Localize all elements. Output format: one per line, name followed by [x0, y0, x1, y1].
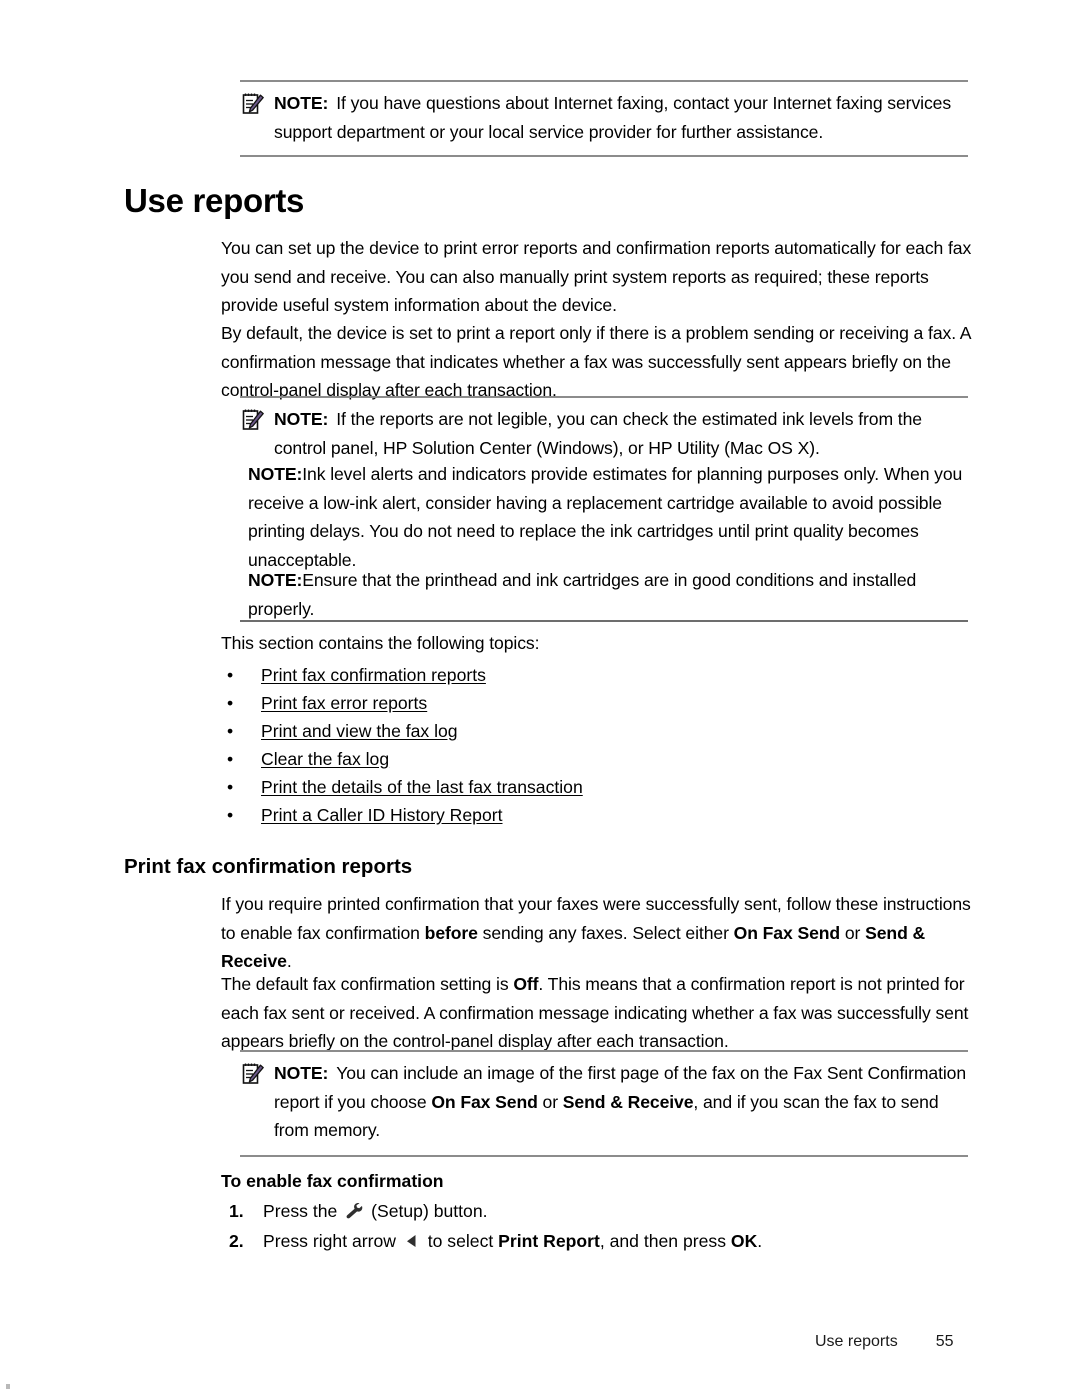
section-heading-print-fax-confirmation-reports: Print fax confirmation reports [124, 855, 413, 878]
topic-link-clear-the-fax-log[interactable]: Clear the fax log [261, 749, 389, 769]
page-footer: Use reports 55 [815, 1332, 954, 1352]
step-number: 2. [229, 1231, 244, 1251]
procedure-steps: 1. Press the (Setup) button. 2. Press ri… [221, 1196, 961, 1256]
bullet-icon: • [227, 805, 234, 825]
note-bottom-rule [240, 1154, 968, 1157]
list-item: • Print fax confirmation reports [221, 661, 921, 689]
topic-link-print-a-caller-id-history-report[interactable]: Print a Caller ID History Report [261, 805, 503, 825]
note-text: NOTE: If you have questions about Interne… [274, 89, 964, 146]
note-internet-faxing: NOTE: If you have questions about Interne… [240, 80, 968, 157]
text-run: to select [422, 1231, 499, 1251]
note-group-bottom-rule [240, 620, 968, 622]
footer-page-number: 55 [935, 1333, 954, 1350]
emphasis-before: before [424, 922, 478, 943]
bullet-icon: • [227, 693, 234, 713]
list-item: • Print and view the fax log [221, 717, 921, 745]
text-run: Press right arrow [263, 1231, 401, 1251]
emphasis-ok: OK [730, 1231, 758, 1251]
note-fax-sent-confirmation-image: NOTE: You can include an image of the fir… [240, 1050, 968, 1157]
note-content: If you have questions about Internet fax… [274, 93, 952, 142]
paragraph-topics-intro: This section contains the following topi… [221, 633, 540, 653]
note-ink-level-alerts: NOTE:Ink level alerts and indicators pro… [248, 460, 970, 574]
note-label: NOTE: [274, 409, 329, 429]
text-run: or [840, 922, 866, 943]
wrench-setup-icon [344, 1199, 364, 1219]
bullet-icon: • [227, 665, 234, 685]
step-number: 1. [229, 1201, 244, 1221]
topics-list: • Print fax confirmation reports • Print… [221, 661, 921, 829]
procedure-heading-to-enable-fax-confirmation: To enable fax confirmation [221, 1171, 444, 1191]
emphasis-on-fax-send: On Fax Send [733, 922, 841, 943]
note-text: NOTE: You can include an image of the fir… [274, 1059, 968, 1145]
notepad-pencil-icon [240, 1061, 266, 1087]
note-reports-legible: NOTE: If the reports are not legible, you… [240, 396, 968, 462]
note-label: NOTE: [248, 570, 303, 590]
note-label: NOTE: [274, 93, 329, 113]
text-run: or [537, 1091, 563, 1112]
text-run: The default fax confirmation setting is [221, 974, 514, 994]
list-item: • Print fax error reports [221, 689, 921, 717]
paragraph-default-behavior: By default, the device is set to print a… [221, 323, 971, 400]
note-printhead: NOTE:Ensure that the printhead and ink c… [248, 566, 970, 623]
text-run: . [757, 1231, 763, 1251]
emphasis-print-report: Print Report [498, 1231, 600, 1251]
paragraph-intro: You can set up the device to print error… [221, 238, 972, 315]
emphasis-send-and-receive: Send & Receive [562, 1091, 694, 1112]
text-run: sending any faxes. Select either [477, 922, 734, 943]
topic-link-print-fax-error-reports[interactable]: Print fax error reports [261, 693, 427, 713]
scan-artifact-mark [6, 1384, 10, 1389]
bullet-icon: • [227, 777, 234, 797]
left-arrow-icon [404, 1228, 420, 1247]
note-label: NOTE: [274, 1063, 329, 1083]
topic-link-print-the-details-of-the-last-fax-transaction[interactable]: Print the details of the last fax transa… [261, 777, 583, 797]
topic-link-print-fax-confirmation-reports[interactable]: Print fax confirmation reports [261, 665, 486, 685]
text-run: . [286, 951, 292, 971]
paragraph-require-confirmation: If you require printed confirmation that… [221, 890, 973, 976]
note-content: Ensure that the printhead and ink cartri… [248, 570, 917, 619]
list-item: • Print a Caller ID History Report [221, 801, 921, 829]
step-1: 1. Press the (Setup) button. [221, 1196, 961, 1226]
list-item: • Print the details of the last fax tran… [221, 773, 921, 801]
note-text: NOTE: If the reports are not legible, you… [274, 405, 964, 462]
note-content: If the reports are not legible, you can … [274, 409, 922, 458]
step-2: 2. Press right arrow to select Print Rep… [221, 1226, 961, 1256]
page-title: Use reports [124, 182, 305, 219]
text-run: Press the [263, 1201, 343, 1221]
note-label: NOTE: [248, 464, 303, 484]
note-bottom-rule [240, 155, 968, 157]
notepad-pencil-icon [240, 91, 266, 117]
bullet-icon: • [227, 721, 234, 741]
footer-section-title: Use reports [815, 1333, 898, 1350]
text-run: , and then press [599, 1231, 731, 1251]
emphasis-off: Off [513, 974, 539, 994]
text-run: (Setup) button. [366, 1201, 488, 1221]
document-page: NOTE: If you have questions about Interne… [0, 0, 1080, 1397]
emphasis-on-fax-send: On Fax Send [431, 1091, 538, 1112]
notepad-pencil-icon [240, 407, 266, 433]
paragraph-default-setting: The default fax confirmation setting is … [221, 970, 977, 1056]
note-content: Ink level alerts and indicators provide … [248, 464, 963, 570]
list-item: • Clear the fax log [221, 745, 921, 773]
topic-link-print-and-view-the-fax-log[interactable]: Print and view the fax log [261, 721, 458, 741]
bullet-icon: • [227, 749, 234, 769]
